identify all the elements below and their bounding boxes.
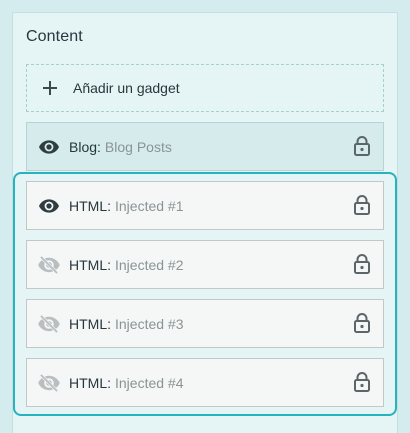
gadget-title: Injected #2	[115, 256, 184, 273]
gadget-item-injected-1[interactable]: HTML: Injected #1	[26, 181, 384, 230]
eye-off-icon[interactable]	[38, 254, 60, 276]
add-gadget-button[interactable]: Añadir un gadget	[26, 64, 384, 112]
eye-off-icon[interactable]	[38, 372, 60, 394]
gadget-item-injected-4[interactable]: HTML: Injected #4	[26, 358, 384, 407]
content-section: Content Añadir un gadget Blog: Blog Post…	[12, 12, 398, 433]
lock-icon[interactable]	[353, 372, 371, 392]
gadget-title: Injected #4	[115, 374, 184, 391]
lock-icon[interactable]	[353, 313, 371, 333]
gadget-item-blog[interactable]: Blog: Blog Posts	[26, 122, 384, 171]
gadget-type: HTML:	[69, 197, 111, 214]
gadget-item-injected-3[interactable]: HTML: Injected #3	[26, 299, 384, 348]
eye-icon[interactable]	[38, 195, 60, 217]
lock-icon[interactable]	[353, 195, 371, 215]
add-gadget-label: Añadir un gadget	[73, 80, 180, 96]
lock-icon[interactable]	[353, 254, 371, 274]
gadget-type: HTML:	[69, 256, 111, 273]
gadget-title: Injected #1	[115, 197, 184, 214]
gadget-type: HTML:	[69, 374, 111, 391]
section-title: Content	[26, 28, 83, 45]
gadget-title: Injected #3	[115, 315, 184, 332]
gadget-item-injected-2[interactable]: HTML: Injected #2	[26, 240, 384, 289]
eye-icon[interactable]	[38, 136, 60, 158]
gadget-type: Blog:	[69, 138, 101, 155]
lock-icon[interactable]	[353, 136, 371, 156]
gadget-type: HTML:	[69, 315, 111, 332]
gadget-title: Blog Posts	[104, 138, 172, 155]
plus-icon	[43, 81, 57, 95]
eye-off-icon[interactable]	[38, 313, 60, 335]
